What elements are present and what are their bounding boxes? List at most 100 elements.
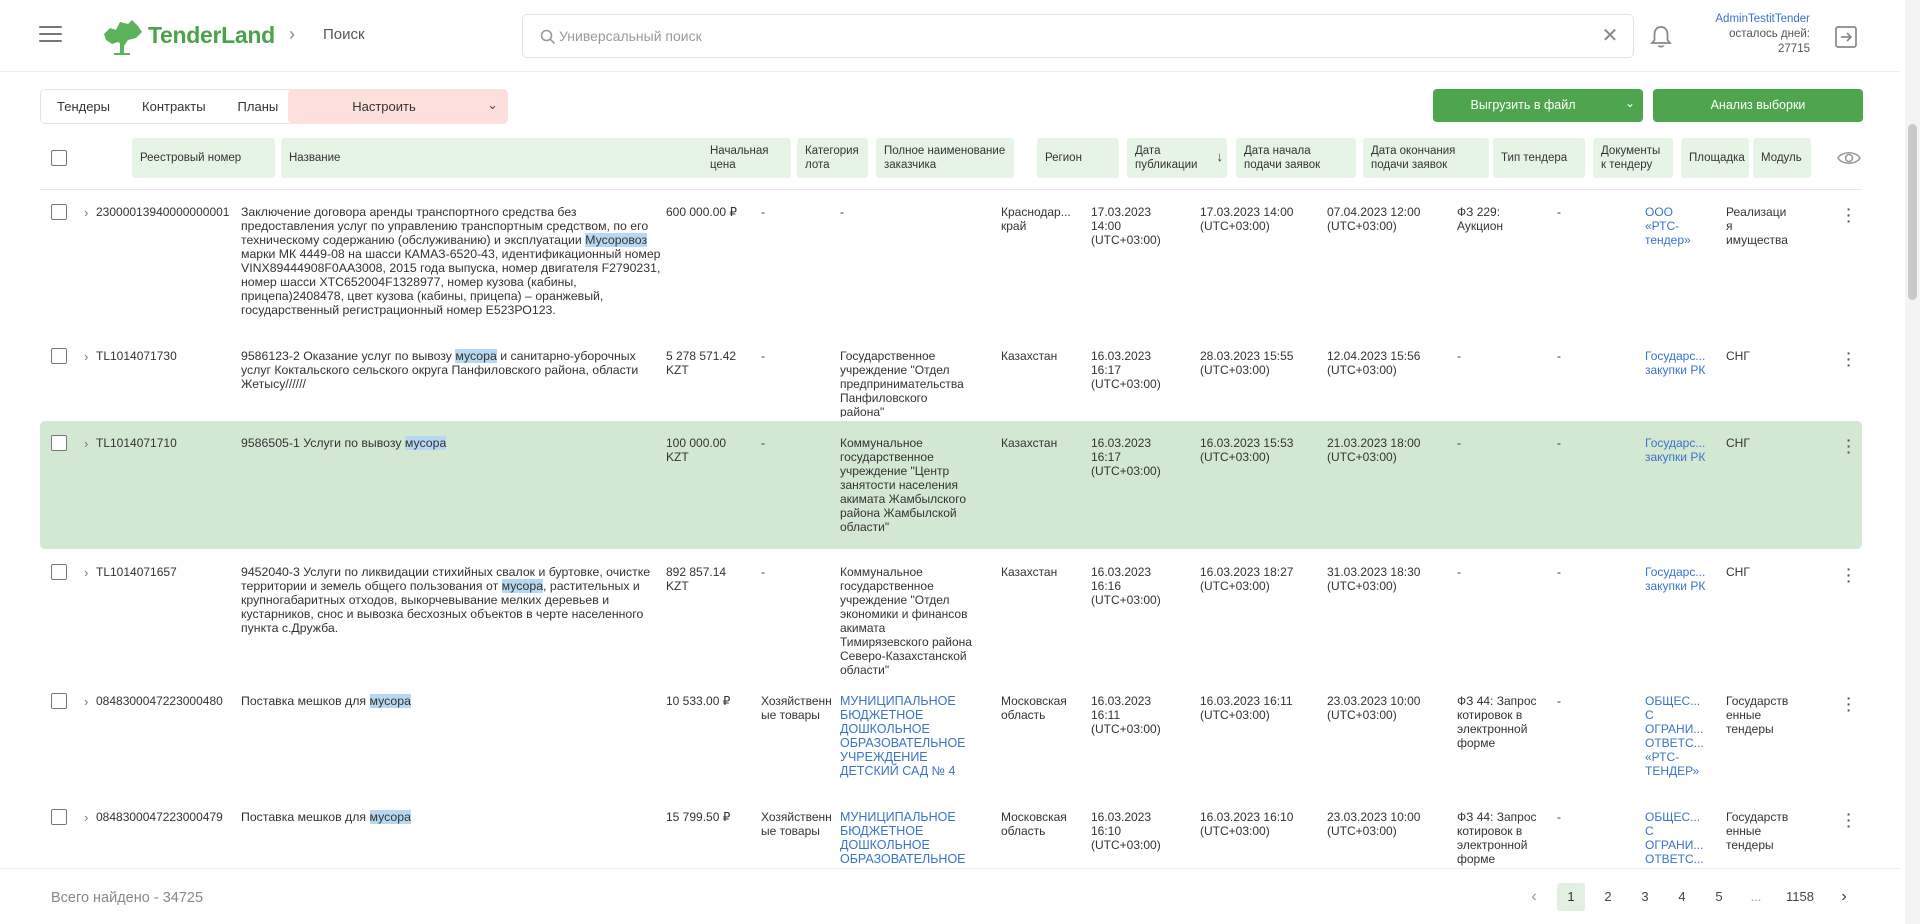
col-platform[interactable]: Площадка [1681,138,1749,178]
cell-cust[interactable]: МУНИЦИПАЛЬНОЕ БЮДЖЕТНОЕ ДОШКОЛЬНОЕ ОБРАЗ… [840,694,974,778]
chevron-right-icon[interactable]: › [84,436,96,451]
cell-docs: - [1557,205,1561,219]
menu-icon[interactable] [39,26,62,44]
cell-start: 16.03.2023 16:10 (UTC+03:00) [1200,810,1294,838]
more-vertical-icon[interactable]: · · · [1844,433,1854,459]
table-row[interactable]: › TL1014071710 9586505-1 Услуги по вывозу … [40,421,1862,549]
cell-region: Казахстан [1001,436,1058,450]
row-checkbox[interactable] [51,809,67,825]
row-checkbox[interactable] [51,564,67,580]
row-checkbox[interactable] [51,348,67,364]
cell-cat: - [761,436,765,450]
universal-search: ✕ [522,14,1634,58]
chevron-down-icon[interactable]: ⌄ [1625,96,1635,110]
cell-platform[interactable]: Государс... закупки РК [1645,565,1707,593]
export-button[interactable]: Выгрузить в файл ⌄ [1433,89,1643,122]
col-price[interactable]: Начальная цена [702,138,791,178]
row-checkbox[interactable] [51,435,67,451]
analysis-button[interactable]: Анализ выборки [1653,89,1863,122]
tab-plans[interactable]: Планы [222,99,295,114]
cell-module: СНГ [1726,565,1750,579]
col-docs[interactable]: Документы к тендеру [1593,138,1673,178]
sort-down-icon[interactable]: ↓ [1217,150,1224,164]
page-last[interactable]: 1158 [1779,883,1821,911]
tune-dropdown[interactable]: Настроить ⌄ [288,89,508,124]
days-left-value: 27715 [1778,43,1810,55]
cell-platform[interactable]: Государс... закупки РК [1645,436,1707,464]
cell-end: 23.03.2023 10:00 (UTC+03:00) [1327,694,1421,722]
cell-start: 16.03.2023 16:11 (UTC+03:00) [1200,694,1293,722]
col-pub-date[interactable]: Дата публикации ↓ [1127,138,1227,178]
cell-pub: 16.03.2023 16:10 (UTC+03:00) [1091,810,1161,852]
table-row[interactable]: › 23000013940000000001 Заключение договора… [40,190,1862,333]
tab-tenders[interactable]: Тендеры [41,99,126,114]
vertical-scrollbar[interactable] [1905,0,1920,924]
next-page-icon[interactable]: › [1830,883,1858,911]
cell-platform[interactable]: ОБЩЕС... С ОГРАНИ... ОТВЕТС... «РТС-ТЕНД… [1645,810,1707,868]
more-vertical-icon[interactable]: · · · [1844,562,1854,588]
cell-cat: - [761,565,765,579]
close-icon[interactable]: ✕ [1599,25,1621,47]
col-category[interactable]: Категория лота [797,138,868,178]
pagination: ‹ 1 2 3 4 5 ... 1158 › [1520,883,1867,911]
eye-icon[interactable] [1836,148,1862,168]
cell-cust: - [840,205,844,219]
table-row[interactable]: › TL1014071657 9452040-3 Услуги по ликвида… [40,550,1862,678]
cell-price: 600 000.00 ₽ [666,205,738,219]
cell-platform[interactable]: ООО «РТС-тендер» [1645,205,1707,247]
prev-page-icon[interactable]: ‹ [1520,883,1548,911]
scroll-thumb[interactable] [1908,124,1917,300]
more-vertical-icon[interactable]: · · · [1844,346,1854,372]
row-checkbox[interactable] [51,693,67,709]
table-row[interactable]: › 0848300047223000480 Поставка мешков для … [40,679,1862,794]
logo[interactable]: TenderLand [98,16,275,58]
col-customer[interactable]: Полное наименование заказчика [876,138,1014,178]
tab-contracts[interactable]: Контракты [126,99,222,114]
row-checkbox[interactable] [51,204,67,220]
user-name[interactable]: AdminTestitTender [1690,12,1810,27]
chevron-right-icon[interactable]: › [84,565,96,580]
page-1[interactable]: 1 [1557,883,1585,911]
cell-price: 100 000.00 KZT [666,436,727,464]
more-vertical-icon[interactable]: · · · [1844,807,1854,833]
col-type[interactable]: Тип тендера [1493,138,1585,178]
breadcrumb[interactable]: Поиск [323,26,365,43]
more-vertical-icon[interactable]: · · · [1844,691,1854,717]
cell-cust[interactable]: МУНИЦИПАЛЬНОЕ БЮДЖЕТНОЕ ДОШКОЛЬНОЕ ОБРАЗ… [840,810,974,868]
page-4[interactable]: 4 [1668,883,1696,911]
col-end-date[interactable]: Дата окончания подачи заявок [1363,138,1489,178]
cell-cat: - [761,205,765,219]
page-5[interactable]: 5 [1705,883,1733,911]
cell-cust: Государственное учреждение "Отдел предпр… [840,349,964,417]
app-header: TenderLand › Поиск ✕ AdminTestitTender о… [0,0,1900,72]
cell-module: СНГ [1726,349,1750,363]
col-region[interactable]: Регион [1037,138,1119,178]
cell-region: Краснодар... край [1001,205,1071,233]
col-start-date[interactable]: Дата начала подачи заявок [1236,138,1356,178]
cell-end: 07.04.2023 12:00 (UTC+03:00) [1327,205,1421,233]
cell-platform[interactable]: Государс... закупки РК [1645,349,1707,377]
chevron-right-icon[interactable]: › [84,694,96,709]
cell-reg: TL1014071710 [96,436,177,450]
page-2[interactable]: 2 [1594,883,1622,911]
page-3[interactable]: 3 [1631,883,1659,911]
cell-type: - [1457,565,1461,579]
cell-type: ФЗ 229: Аукцион [1457,205,1503,233]
user-info[interactable]: AdminTestitTender осталось дней: 27715 [1690,12,1810,57]
chevron-right-icon[interactable]: › [84,349,96,364]
cell-platform[interactable]: ОБЩЕС... С ОГРАНИ... ОТВЕТС... «РТС-ТЕНД… [1645,694,1707,778]
more-vertical-icon[interactable]: · · · [1844,202,1854,228]
logout-icon[interactable] [1833,24,1859,50]
cell-cat: Хозяйственные товары [761,810,832,838]
table-row[interactable]: › TL1014071730 9586123-2 Оказание услуг по… [40,334,1862,420]
logo-tree-icon [104,20,142,55]
chevron-right-icon[interactable]: › [84,810,96,825]
col-pub-date-label: Дата публикации [1135,145,1198,171]
chevron-right-icon[interactable]: › [84,205,96,220]
bell-icon[interactable] [1649,24,1673,50]
cell-module: СНГ [1726,436,1750,450]
table-row[interactable]: › 0848300047223000479 Поставка мешков для … [40,795,1862,868]
col-module[interactable]: Модуль [1753,138,1811,178]
cell-pub: 17.03.2023 14:00 (UTC+03:00) [1091,205,1161,247]
search-input[interactable] [559,23,1559,49]
